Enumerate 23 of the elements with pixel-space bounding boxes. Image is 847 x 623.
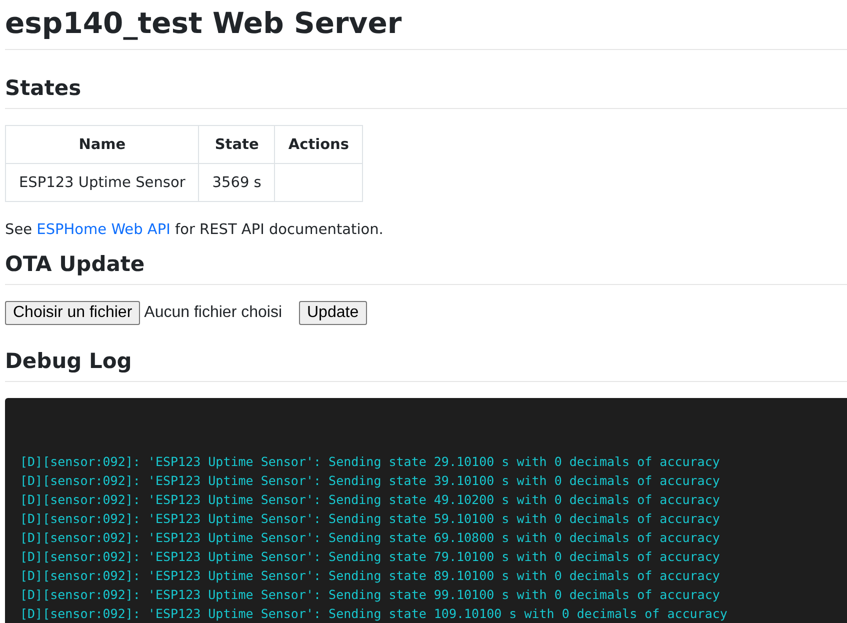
section-heading: OTA Update [5,252,145,276]
file-status: Aucun fichier choisi [144,304,282,322]
table-cell: ESP123 Uptime Sensor [6,164,199,202]
log-line: [D][sensor:092]: 'ESP123 Uptime Sensor': Sending state 79.10100 s with 0 decimals of accuracy [20,548,720,566]
page-title: esp140_test Web Server [5,6,402,40]
table-cell: 3569 s [198,164,275,202]
section-heading: States [5,76,82,100]
log-line: [D][sensor:092]: 'ESP123 Uptime Sensor': Sending state 89.10100 s with 0 decimals of accuracy [20,567,720,585]
column-header: Name [6,126,199,164]
column-header: State [198,126,275,164]
update-button[interactable]: Update [299,301,367,325]
api-link[interactable]: ESPHome Web API [36,222,170,238]
log-line: [D][sensor:092]: 'ESP123 Uptime Sensor': Sending state 69.10800 s with 0 decimals of accuracy [20,529,720,547]
api-note: See ESPHome Web API for REST API documentation. [5,222,384,238]
log-line: [D][sensor:092]: 'ESP123 Uptime Sensor': Sending state 39.10100 s with 0 decimals of accuracy [20,472,720,490]
log-line: [D][sensor:092]: 'ESP123 Uptime Sensor': Sending state 29.10100 s with 0 decimals of accuracy [20,453,720,471]
log-line: [D][sensor:092]: 'ESP123 Uptime Sensor': Sending state 59.10100 s with 0 decimals of accuracy [20,510,720,528]
column-header: Actions [274,126,363,164]
section-heading: Debug Log [5,349,132,373]
choose-file-button[interactable]: Choisir un fichier [5,301,140,325]
log-line: [D][sensor:092]: 'ESP123 Uptime Sensor': Sending state 109.10100 s with 0 decimals of accuracy [20,605,728,623]
log-line: [D][sensor:092]: 'ESP123 Uptime Sensor': Sending state 99.10100 s with 0 decimals of accuracy [20,586,720,604]
log-line: [D][sensor:092]: 'ESP123 Uptime Sensor': Sending state 49.10200 s with 0 decimals of accuracy [20,491,720,509]
